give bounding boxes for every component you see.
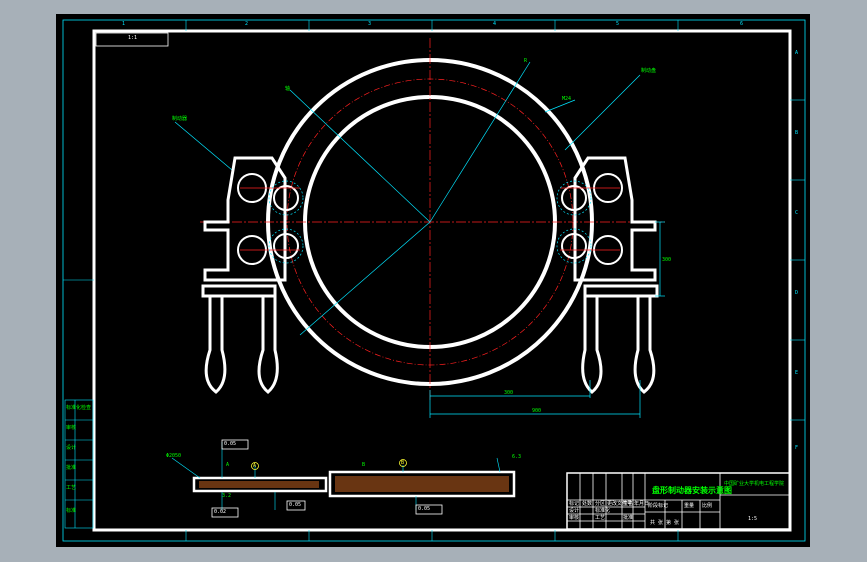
institution: 中国矿业大学机电工程学院 [724,481,785,487]
border-number-1: 1 [122,21,126,27]
roughness: 3.2 [222,493,232,499]
surface-tag: 6.3 [512,454,522,460]
tolerance-3: 0.05 [418,506,431,512]
dim-horiz-1: 300 [504,390,514,396]
border-number-5: 5 [616,21,620,27]
border-letter-f: F [795,445,799,451]
left-table-5: 工艺 [66,485,77,491]
tb-sheet: 共 张 第 张 [650,520,680,526]
tb-row2-4: 比例 [702,503,713,509]
tb-row2-3: 重量 [684,503,695,509]
datum-b: B [362,462,366,468]
drawing-title: 盘形制动器安装示意图 [652,486,732,495]
border-letter-b: B [795,130,799,136]
drawing-sheet [56,14,810,547]
tb-row3-2: 批准 [623,515,634,521]
dim-horiz-2: 900 [532,408,542,414]
section-2: B [401,460,405,466]
dim-vert-1: 300 [662,257,672,263]
tb-row2-1: 标准化 [595,508,611,514]
tb-row2-0: 设计 [569,508,580,514]
border-number-2: 2 [245,21,249,27]
datum-a: A [226,462,230,468]
left-table-3: 设计 [66,445,77,451]
border-letter-e: E [795,370,799,376]
border-number-6: 6 [740,21,744,27]
section-1: A [253,463,257,469]
flatness-1: 0.05 [289,502,302,508]
left-table-6: 标准 [66,508,77,514]
border-number-4: 4 [493,21,497,27]
left-table-4: 批准 [66,465,77,471]
tb-row1-0: 标记 [569,501,580,507]
tb-row1-4: 签名 [623,501,634,507]
shaft-callout: 轴 [285,86,291,92]
tb-row1-2: 分区 [595,501,606,507]
tb-row3-1: 工艺 [595,515,606,521]
tolerance-1: 0.05 [224,441,237,447]
brake-callout: 制动器 [172,116,188,122]
angle-callout: R [524,58,528,64]
ring-callout: M24 [562,96,572,102]
cad-canvas [56,14,810,547]
border-letter-c: C [795,210,799,216]
border-letter-d: D [795,290,799,296]
stamp: 1:5 [748,516,758,522]
border-number-3: 3 [368,21,372,27]
disc-callout: 制动盘 [641,68,657,74]
tb-row3-0: 审核 [569,515,580,521]
border-letter-a: A [795,50,799,56]
scale-tag: 1:1 [128,35,138,41]
tb-row1-1: 处数 [582,501,593,507]
tb-row2-2: 阶段标记 [648,503,669,509]
left-table-1: 标准化检查 [66,405,92,411]
diameter-callout: Φ2050 [166,453,182,459]
tolerance-2: 0.02 [214,509,227,515]
left-table-2: 审核 [66,425,77,431]
tb-row1-5: 年月日 [634,501,650,507]
